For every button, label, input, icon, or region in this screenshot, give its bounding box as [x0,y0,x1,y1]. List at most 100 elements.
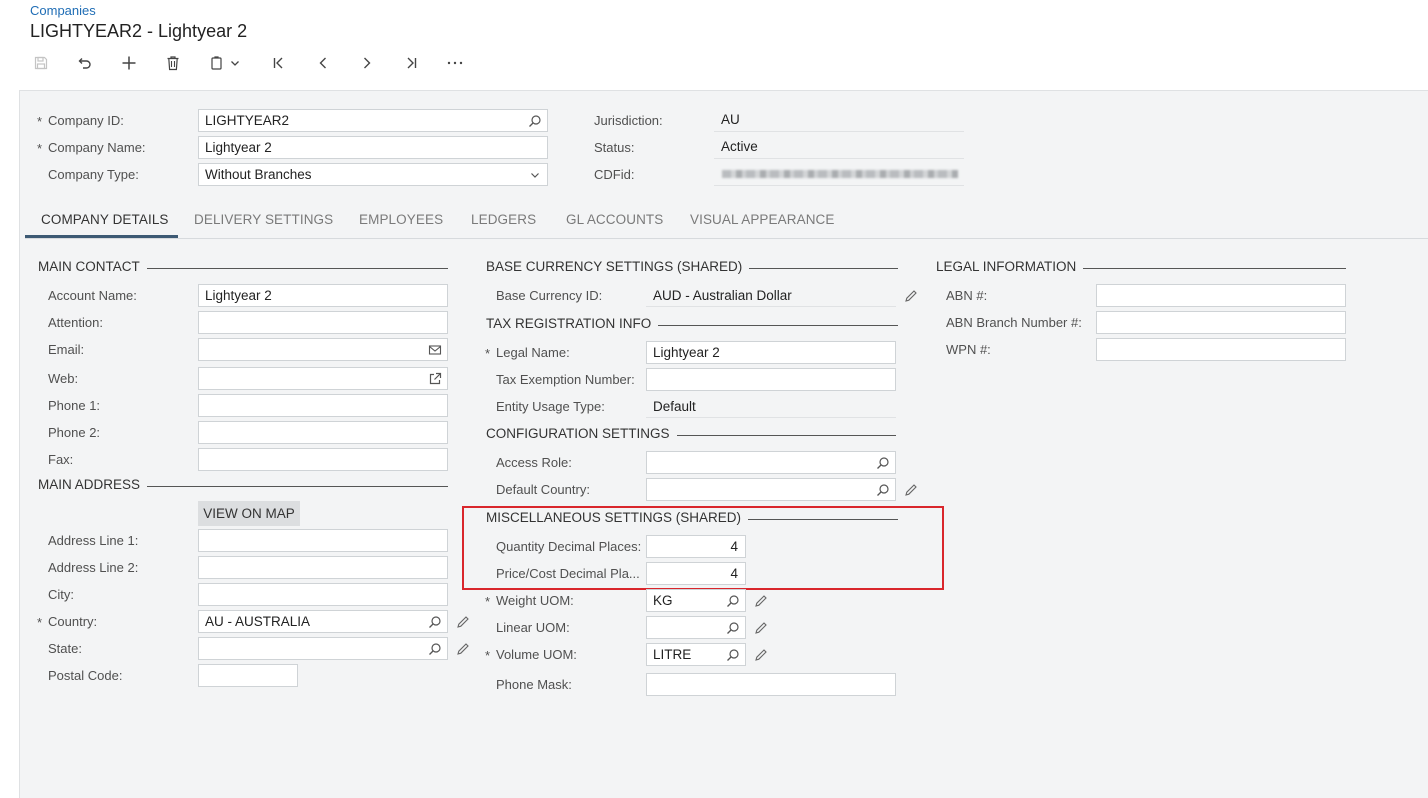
jurisdiction-label: Jurisdiction: [594,113,663,128]
legal-name-label: Legal Name: [496,345,570,360]
entity-usage-label: Entity Usage Type: [496,399,605,414]
fax-input[interactable] [198,448,448,471]
main-contact-header: MAIN CONTACT [38,259,448,274]
save-icon[interactable] [26,50,56,76]
linear-uom-label: Linear UOM: [496,620,570,635]
phone1-label: Phone 1: [48,398,101,413]
company-id-label: Company ID: [48,113,124,128]
weight-uom-input[interactable]: KG [646,589,746,612]
delete-icon[interactable] [158,50,188,76]
breadcrumb-companies[interactable]: Companies [30,3,96,18]
tab-ledgers[interactable]: LEDGERS [471,212,536,227]
default-country-label: Default Country: [496,482,590,497]
section-title: MAIN CONTACT [38,259,140,274]
postal-code-label: Postal Code: [48,668,123,683]
access-role-input[interactable] [646,451,896,474]
chevron-down-icon[interactable] [528,168,542,182]
address-line2-label: Address Line 2: [48,560,139,575]
required-marker: * [485,594,491,609]
search-icon[interactable] [726,594,740,608]
legal-name-input[interactable]: Lightyear 2 [646,341,896,364]
chevron-down-icon[interactable] [226,50,244,76]
account-name-label: Account Name: [48,288,137,303]
search-icon[interactable] [726,648,740,662]
fax-label: Fax: [48,452,74,467]
required-marker: * [37,114,43,129]
tab-employees[interactable]: EMPLOYEES [359,212,443,227]
address-line2-input[interactable] [198,556,448,579]
attention-input[interactable] [198,311,448,334]
first-record-icon[interactable] [264,50,294,76]
tab-delivery-settings[interactable]: DELIVERY SETTINGS [194,212,333,227]
default-country-input[interactable] [646,478,896,501]
phone1-input[interactable] [198,394,448,417]
tab-company-details[interactable]: COMPANY DETAILS [41,212,169,227]
jurisdiction-value: AU [714,106,964,132]
undo-icon[interactable] [70,50,100,76]
company-type-select[interactable]: Without Branches [198,163,548,186]
edit-pencil-icon[interactable] [754,621,768,635]
search-icon[interactable] [876,456,890,470]
cdfid-label: CDFid: [594,167,635,182]
web-input[interactable] [198,367,448,390]
attention-label: Attention: [48,315,103,330]
required-marker: * [485,346,491,361]
status-value: Active [714,133,964,159]
city-label: City: [48,587,74,602]
edit-pencil-icon[interactable] [754,594,768,608]
state-input[interactable] [198,637,448,660]
search-icon[interactable] [726,621,740,635]
search-icon[interactable] [428,642,442,656]
edit-pencil-icon[interactable] [904,289,918,303]
status-label: Status: [594,140,635,155]
last-record-icon[interactable] [396,50,426,76]
section-title: MAIN ADDRESS [38,477,141,492]
more-icon[interactable] [440,50,470,76]
section-title: BASE CURRENCY SETTINGS (SHARED) [486,259,743,274]
edit-pencil-icon[interactable] [754,648,768,662]
company-name-input[interactable]: Lightyear 2 [198,136,548,159]
linear-uom-input[interactable] [646,616,746,639]
edit-pencil-icon[interactable] [904,483,918,497]
weight-uom-value: KG [653,593,673,608]
abn-branch-label: ABN Branch Number #: [946,315,1082,330]
add-icon[interactable] [114,50,144,76]
tax-exemption-input[interactable] [646,368,896,391]
company-name-label: Company Name: [48,140,146,155]
search-icon[interactable] [876,483,890,497]
abn-input[interactable] [1096,284,1346,307]
envelope-icon[interactable] [428,343,442,357]
phone-mask-input[interactable] [646,673,896,696]
entity-usage-value: Default [646,393,896,418]
base-currency-header: BASE CURRENCY SETTINGS (SHARED) [486,259,898,274]
external-link-icon[interactable] [428,372,442,386]
country-input[interactable]: AU - AUSTRALIA [198,610,448,633]
company-id-input[interactable]: LIGHTYEAR2 [198,109,548,132]
weight-uom-label: Weight UOM: [496,593,574,608]
volume-uom-input[interactable]: LITRE [646,643,746,666]
abn-branch-input[interactable] [1096,311,1346,334]
tab-gl-accounts[interactable]: GL ACCOUNTS [566,212,663,227]
address-line1-input[interactable] [198,529,448,552]
next-record-icon[interactable] [352,50,382,76]
edit-pencil-icon[interactable] [456,642,470,656]
tab-visual-appearance[interactable]: VISUAL APPEARANCE [690,212,835,227]
tabs-divider [25,238,1428,239]
search-icon[interactable] [428,615,442,629]
wpn-input[interactable] [1096,338,1346,361]
wpn-label: WPN #: [946,342,991,357]
phone2-input[interactable] [198,421,448,444]
page-title: LIGHTYEAR2 - Lightyear 2 [30,21,248,41]
view-on-map-button[interactable]: VIEW ON MAP [198,501,300,526]
search-icon[interactable] [528,114,542,128]
postal-code-input[interactable] [198,664,298,687]
country-label: Country: [48,614,98,629]
required-marker: * [485,648,491,663]
edit-pencil-icon[interactable] [456,615,470,629]
city-input[interactable] [198,583,448,606]
previous-record-icon[interactable] [308,50,338,76]
email-input[interactable] [198,338,448,361]
account-name-input[interactable]: Lightyear 2 [198,284,448,307]
main-address-header: MAIN ADDRESS [38,477,448,492]
company-type-label: Company Type: [48,167,139,182]
